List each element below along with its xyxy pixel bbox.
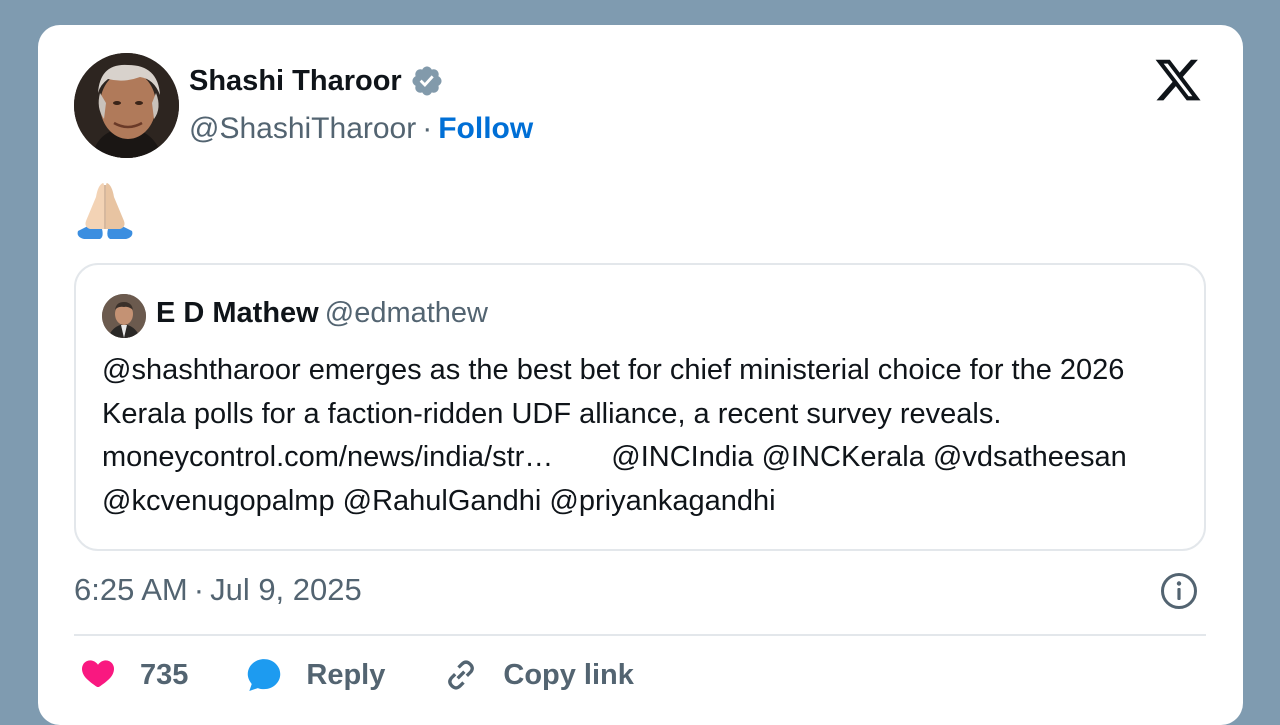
- tweet-date[interactable]: Jul 9, 2025: [210, 572, 362, 607]
- like-count: 735: [140, 658, 189, 691]
- link-icon: [448, 660, 475, 690]
- separator: ·: [422, 112, 433, 145]
- quoted-author-handle[interactable]: @edmathew: [325, 297, 488, 329]
- quoted-author-name[interactable]: E D Mathew: [156, 297, 319, 329]
- action-bar: 735 Reply Copy link: [78, 655, 690, 695]
- info-icon[interactable]: [1159, 571, 1199, 611]
- quoted-text: @shashtharoor emerges as the best bet fo…: [102, 349, 1192, 523]
- tweet-card: Shashi Tharoor @ShashiTharoor · Follow E…: [38, 25, 1243, 725]
- folded-hands-emoji-icon: [74, 177, 136, 243]
- author-name-row[interactable]: Shashi Tharoor: [189, 64, 444, 98]
- follow-button[interactable]: Follow: [438, 112, 533, 145]
- verified-badge-icon: [410, 64, 444, 98]
- divider: [74, 634, 1206, 636]
- reply-button[interactable]: Reply: [244, 655, 385, 695]
- heart-icon: [81, 660, 115, 688]
- reply-label: Reply: [306, 658, 386, 691]
- x-logo-icon[interactable]: [1152, 55, 1204, 105]
- quoted-author-avatar[interactable]: [102, 294, 146, 338]
- tweet-time[interactable]: 6:25 AM: [74, 572, 188, 607]
- copy-link-button[interactable]: Copy link: [441, 655, 634, 695]
- quoted-tweet[interactable]: E D Mathew @edmathew @shashtharoor emerge…: [74, 263, 1206, 551]
- copy-link-label: Copy link: [503, 658, 634, 691]
- author-avatar[interactable]: [74, 53, 179, 158]
- reply-bubble-icon: [248, 659, 281, 691]
- tweet-timestamp[interactable]: 6:25 AM · Jul 9, 2025: [74, 572, 362, 608]
- author-name[interactable]: Shashi Tharoor: [189, 65, 402, 98]
- author-handle[interactable]: @ShashiTharoor: [189, 112, 416, 145]
- author-handle-row: @ShashiTharoor · Follow: [189, 112, 533, 146]
- like-button[interactable]: 735: [78, 655, 188, 695]
- quoted-header: E D Mathew @edmathew: [156, 297, 488, 330]
- separator: ·: [193, 572, 205, 607]
